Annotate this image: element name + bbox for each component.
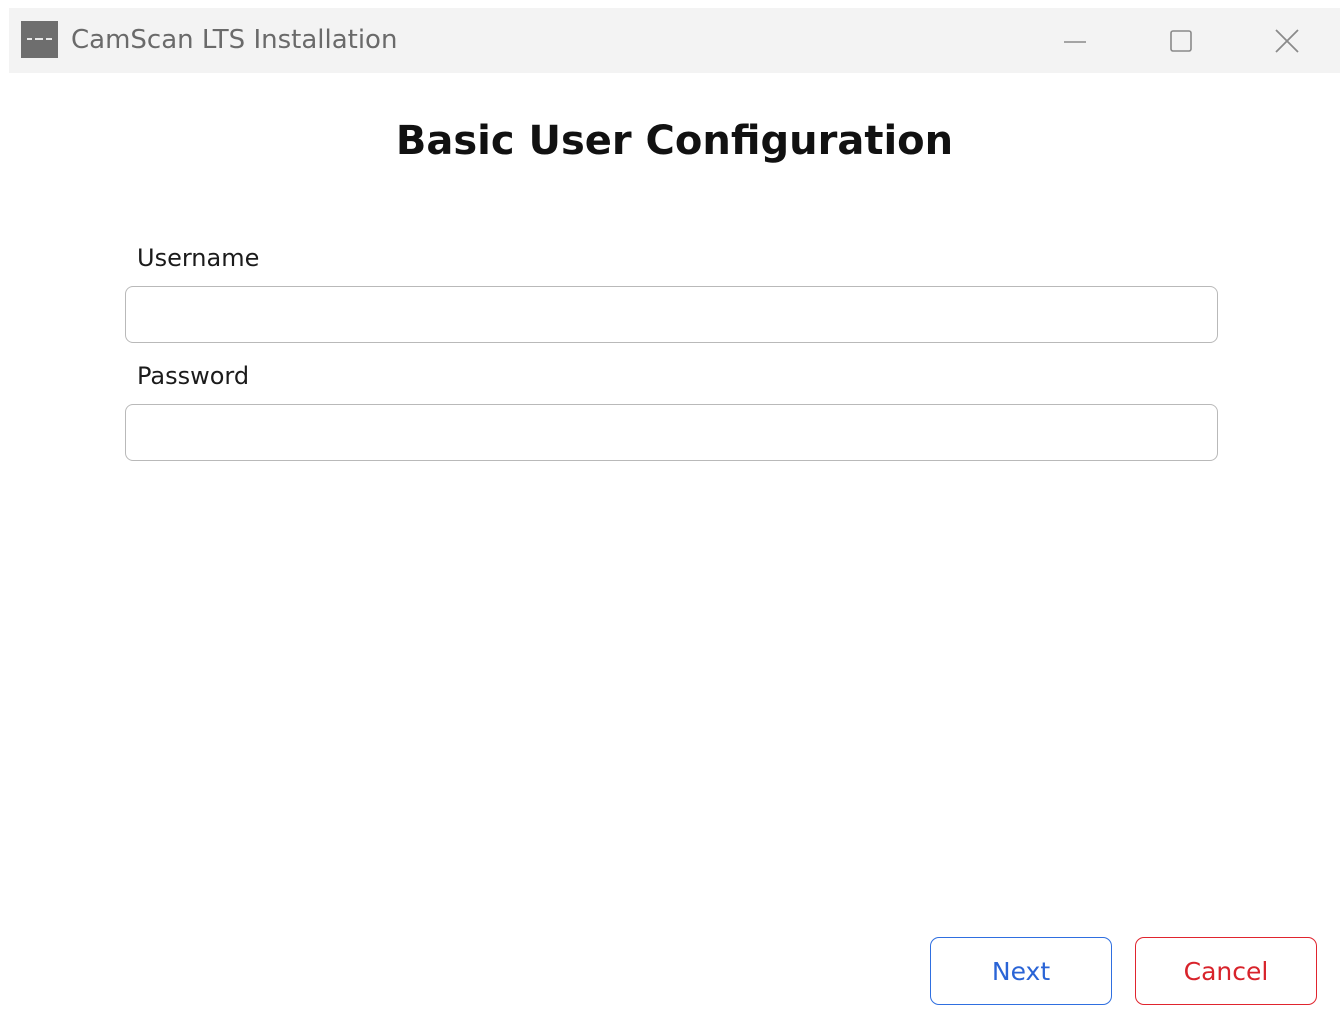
minimize-icon (1064, 40, 1086, 43)
title-bar[interactable]: CamScan LTS Installation (9, 8, 1340, 73)
page-title: Basic User Configuration (395, 118, 954, 164)
maximize-button[interactable] (1128, 8, 1234, 73)
close-icon (1275, 28, 1299, 53)
username-input[interactable] (125, 286, 1218, 343)
minimize-button[interactable] (1022, 8, 1128, 73)
window-title: CamScan LTS Installation (71, 25, 398, 55)
next-button[interactable]: Next (930, 937, 1112, 1005)
app-icon (21, 21, 58, 58)
username-label: Username (137, 244, 260, 272)
password-input[interactable] (125, 404, 1218, 461)
close-button[interactable] (1234, 8, 1340, 73)
password-label: Password (137, 362, 250, 390)
cancel-button[interactable]: Cancel (1135, 937, 1317, 1005)
installer-window: CamScan LTS Installation Basic User Conf… (9, 8, 1340, 1013)
maximize-icon (1170, 29, 1192, 52)
